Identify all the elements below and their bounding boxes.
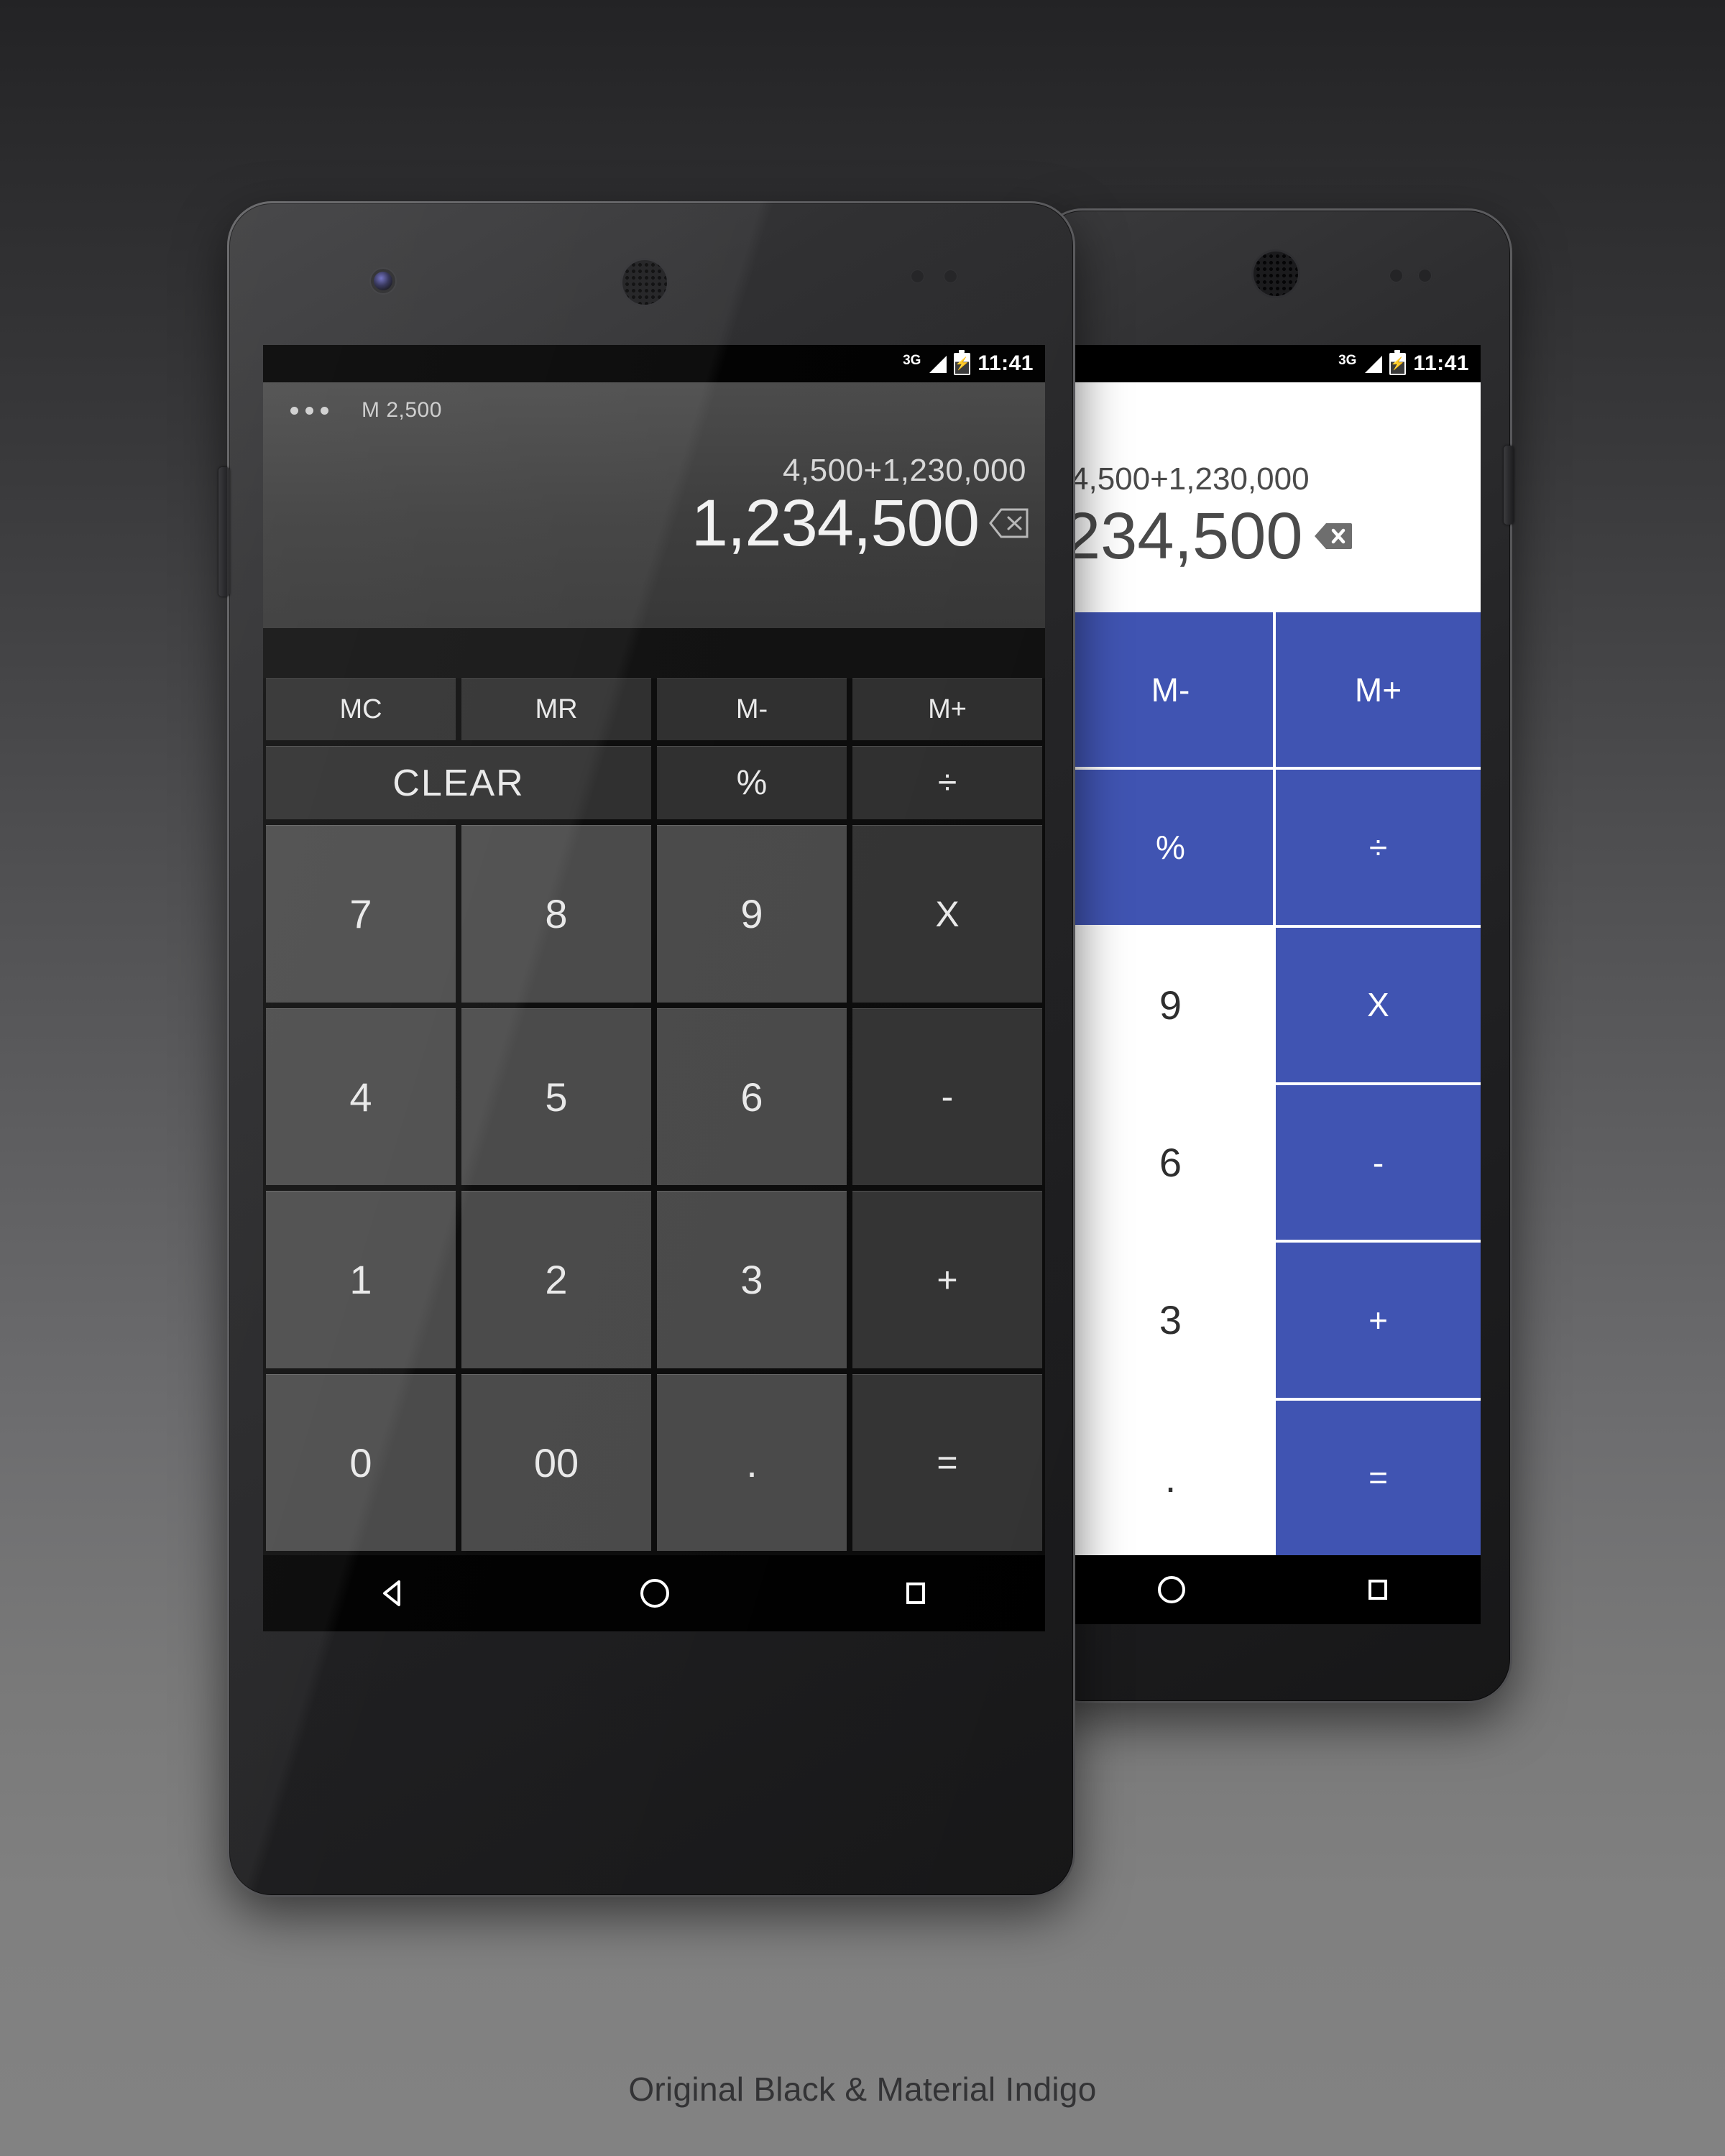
key-4[interactable]: 4 bbox=[266, 1008, 456, 1185]
key-7[interactable]: 7 bbox=[266, 825, 456, 1003]
recents-icon[interactable] bbox=[899, 1577, 932, 1610]
key-+[interactable]: + bbox=[1276, 1243, 1481, 1398]
key-clear[interactable]: CLEAR bbox=[266, 746, 651, 819]
screen-black: 3G ⚡ 11:41 M 2,500 4,500+1,230,000 1,234… bbox=[263, 345, 1045, 1631]
key-0[interactable]: 0 bbox=[266, 1373, 456, 1551]
key-m+[interactable]: M+ bbox=[852, 678, 1042, 740]
status-clock: 11:41 bbox=[978, 351, 1034, 375]
memory-value-label: M 2,500 bbox=[362, 398, 442, 422]
key--[interactable]: - bbox=[852, 1008, 1042, 1185]
home-icon[interactable] bbox=[637, 1575, 673, 1611]
key-%[interactable]: % bbox=[1068, 770, 1273, 925]
navigation-bar-black bbox=[263, 1555, 1045, 1631]
key-6[interactable]: 6 bbox=[657, 1008, 847, 1185]
key-m+[interactable]: M+ bbox=[1276, 612, 1481, 768]
earpiece-speaker-icon bbox=[1254, 252, 1298, 296]
light-sensor-icon bbox=[1419, 270, 1431, 282]
back-icon[interactable] bbox=[376, 1576, 410, 1611]
recents-icon[interactable] bbox=[1362, 1574, 1394, 1606]
key--[interactable]: - bbox=[1276, 1084, 1481, 1240]
key-mc[interactable]: MC bbox=[266, 678, 456, 740]
result-row-indigo: 234,500 bbox=[1068, 503, 1352, 569]
status-bar-indigo: 3G ⚡ 11:41 bbox=[1068, 345, 1481, 382]
calculator-app-black: 3G ⚡ 11:41 M 2,500 4,500+1,230,000 1,234… bbox=[263, 345, 1045, 1631]
key-x[interactable]: X bbox=[1276, 927, 1481, 1082]
front-camera-icon bbox=[374, 272, 392, 290]
key-9[interactable]: 9 bbox=[1068, 927, 1273, 1082]
key-.[interactable]: . bbox=[657, 1373, 847, 1551]
key-3[interactable]: 3 bbox=[1068, 1243, 1273, 1398]
power-button[interactable] bbox=[1504, 446, 1514, 525]
keypad-indigo[interactable]: M- M+% ÷ 9 X 6-3 +. = bbox=[1068, 612, 1481, 1555]
key-=[interactable]: = bbox=[852, 1373, 1042, 1551]
navigation-bar-indigo bbox=[1068, 1555, 1481, 1624]
network-type-label: 3G bbox=[903, 352, 921, 368]
proximity-sensor-icon bbox=[911, 270, 924, 282]
network-type-label: 3G bbox=[1338, 352, 1357, 368]
result-text-indigo: 234,500 bbox=[1068, 499, 1303, 573]
key-9[interactable]: 9 bbox=[657, 825, 847, 1003]
status-bar-black: 3G ⚡ 11:41 bbox=[263, 345, 1045, 382]
key-op[interactable]: ÷ bbox=[1276, 770, 1481, 925]
overflow-menu-icon[interactable] bbox=[282, 406, 328, 415]
backspace-filled-icon[interactable] bbox=[1314, 522, 1352, 550]
expression-text-black: 4,500+1,230,000 bbox=[782, 453, 1026, 488]
calculator-app-indigo: 3G ⚡ 11:41 4,500+1,230,000 234,500 M- M+%… bbox=[1068, 345, 1481, 1624]
key-.[interactable]: . bbox=[1068, 1400, 1273, 1555]
key-6[interactable]: 6 bbox=[1068, 1084, 1273, 1240]
key-2[interactable]: 2 bbox=[461, 1191, 651, 1368]
signal-bars-icon bbox=[928, 354, 947, 373]
key-8[interactable]: 8 bbox=[461, 825, 651, 1003]
key-%[interactable]: % bbox=[657, 746, 847, 819]
signal-bars-icon bbox=[1363, 354, 1383, 373]
result-row-black: 1,234,500 bbox=[691, 490, 1029, 556]
key-5[interactable]: 5 bbox=[461, 1008, 651, 1185]
screen-indigo: 3G ⚡ 11:41 4,500+1,230,000 234,500 M- M+%… bbox=[1068, 345, 1481, 1624]
key-mr[interactable]: MR bbox=[461, 678, 651, 740]
key-1[interactable]: 1 bbox=[266, 1191, 456, 1368]
status-clock: 11:41 bbox=[1413, 351, 1469, 375]
figure-caption: Original Black & Material Indigo bbox=[628, 2070, 1097, 2108]
proximity-sensor-icon bbox=[1390, 270, 1402, 282]
expression-text-indigo: 4,500+1,230,000 bbox=[1071, 461, 1310, 497]
key-m-[interactable]: M- bbox=[657, 678, 847, 740]
home-icon[interactable] bbox=[1155, 1573, 1188, 1606]
volume-button[interactable] bbox=[218, 467, 230, 596]
keypad-black[interactable]: MC MR M- M+ CLEAR% ÷ 7 8 9 X 4 5 6- 1 2 3 +0 00. = bbox=[263, 678, 1045, 1555]
key-00[interactable]: 00 bbox=[461, 1373, 651, 1551]
display-panel-indigo: 4,500+1,230,000 234,500 bbox=[1068, 382, 1481, 612]
battery-charging-icon: ⚡ bbox=[954, 349, 971, 375]
key-op[interactable]: ÷ bbox=[852, 746, 1042, 819]
key-x[interactable]: X bbox=[852, 825, 1042, 1003]
result-text-black: 1,234,500 bbox=[691, 487, 980, 560]
key-=[interactable]: = bbox=[1276, 1400, 1481, 1555]
earpiece-speaker-icon bbox=[622, 260, 667, 305]
key-+[interactable]: + bbox=[852, 1191, 1042, 1368]
backspace-outline-icon[interactable] bbox=[989, 507, 1029, 539]
key-3[interactable]: 3 bbox=[657, 1191, 847, 1368]
light-sensor-icon bbox=[944, 270, 957, 282]
memory-row: M 2,500 bbox=[282, 382, 1026, 423]
battery-charging-icon: ⚡ bbox=[1389, 349, 1407, 375]
display-panel-black: M 2,500 4,500+1,230,000 1,234,500 bbox=[263, 382, 1045, 628]
display-keypad-divider bbox=[263, 628, 1045, 678]
key-m-[interactable]: M- bbox=[1068, 612, 1273, 768]
